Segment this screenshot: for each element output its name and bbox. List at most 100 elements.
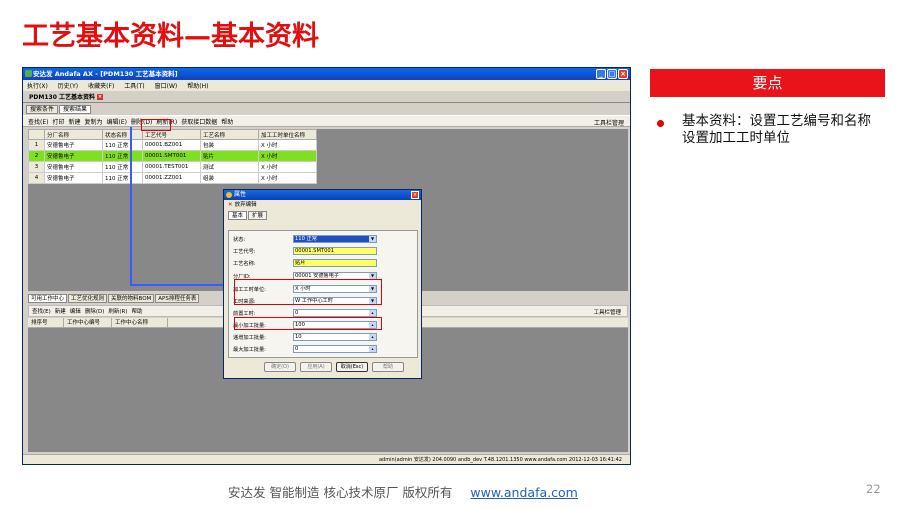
dialog-help-button[interactable]: 帮助 [372,362,404,372]
table-cell: 110 正常 [102,139,143,151]
edit-button-highlight [141,119,171,131]
increment-batch-stepper[interactable]: 10 ▴ [293,333,377,341]
tab-extended[interactable]: 扩展 [248,211,268,220]
footer-text: 安达发 智能制造 核心技术原厂 版权所有 [228,485,453,500]
field-label: 最大加工批量: [233,346,266,353]
column-header[interactable]: 分厂名称 [44,129,103,140]
footer-link[interactable]: www.andafa.com [470,485,577,500]
lead-time-stepper[interactable]: 0 ▴ [293,309,377,317]
field-value: 0 [295,310,299,316]
cancel-edit-button[interactable]: 放弃编辑 [235,200,257,210]
keypoints-header: 要点 [650,69,885,97]
tab-search-results[interactable]: 搜索结果 [59,105,92,114]
column-header[interactable]: 工作中心名称 [112,318,168,327]
cancel-edit-icon[interactable]: ✕ [228,200,233,210]
increment-batch-field: 递增加工批量: 10 ▴ [233,333,377,341]
apply-button[interactable]: 应用(A) [300,362,332,372]
tab-search-criteria[interactable]: 搜索条件 [26,105,59,114]
status-field: 状态: 110 正常 ▼ [233,235,377,243]
cancel-button[interactable]: 取消(Esc) [336,362,368,372]
row-number: 1 [28,139,45,151]
field-label: 前置工时: [233,310,256,317]
table-cell: 00001.ZZ001 [142,172,201,184]
column-header[interactable]: 工作中心编号 [64,318,112,327]
table-row[interactable]: 3 安德鲁电子 110 正常 00001.TEST001 测试 X 小时 [28,161,317,173]
table-cell: 组装 [200,172,259,184]
tab-available-work-centers[interactable]: 可用工作中心 [28,294,68,303]
table-cell: 贴片 [200,150,259,162]
results-grid: 分厂名称 状态名称 工艺代号 工艺名称 加工工时单位名称 1 安德鲁电子 110… [28,129,317,184]
column-header[interactable]: 状态名称 [102,129,143,140]
maximize-icon[interactable]: □ [607,69,617,79]
menu-execute[interactable]: 执行(X) [27,81,48,90]
chevron-down-icon[interactable]: ▼ [369,236,376,242]
find-button[interactable]: 查找(E) [28,117,48,126]
menu-tools[interactable]: 工具(T) [124,81,144,90]
table-cell: 00001.SMT001 [142,150,201,162]
field-value: 10 [295,334,302,340]
field-label: 状态: [233,236,246,243]
close-tab-icon[interactable]: × [96,93,103,100]
close-icon[interactable]: × [618,69,628,79]
table-row[interactable]: 1 安德鲁电子 110 正常 00001.BZ001 包装 X 小时 [28,139,317,151]
dialog-title: 属性 [234,191,247,198]
table-row-selected[interactable]: 2 安德鲁电子 110 正常 00001.SMT001 贴片 X 小时 [28,150,317,162]
detail-delete-button[interactable]: 删除(D) [85,307,105,315]
table-cell: 00001.BZ001 [142,139,201,151]
toolbar-manage-button[interactable]: 工具栏管理 [594,118,624,127]
table-cell: X 小时 [258,150,317,162]
process-name-field: 工艺名称: 贴片 [233,259,377,267]
ok-button[interactable]: 确定(O) [264,362,296,372]
minimize-icon[interactable]: _ [596,69,606,79]
fetch-interface-data-button[interactable]: 获取接口数据 [181,117,217,126]
detail-help-button[interactable]: 帮助 [131,307,142,315]
row-number: 2 [28,150,45,162]
dialog-toolbar: ✕ 放弃编辑 [224,200,421,210]
copy-as-button[interactable]: 复制为 [85,117,103,126]
bullet-icon [657,120,664,127]
keypoints-text: 基本资料：设置工艺编号和名称设置加工工时单位 [682,113,871,146]
field-label: 工艺代号: [233,248,256,255]
max-batch-stepper[interactable]: 0 ▴ [293,345,377,353]
detail-find-button[interactable]: 查找(E) [32,307,51,315]
stepper-icon[interactable]: ▴ [369,310,376,316]
detail-new-button[interactable]: 新建 [55,307,66,315]
document-tab[interactable]: PDM130 工艺基本资料 × [26,91,106,102]
edit-button[interactable]: 编辑(E) [107,117,127,126]
tab-aps-tasks[interactable]: APS排程任务表 [155,294,200,303]
column-header[interactable]: 排序号 [28,318,64,327]
dialog-form-panel: 状态: 110 正常 ▼ 工艺代号: 00001.SMT001 工艺名称: 贴片 … [228,230,418,358]
column-header[interactable]: 加工工时单位名称 [258,129,317,140]
print-button[interactable]: 打印 [52,117,64,126]
tab-optimization-rules[interactable]: 工艺优化规则 [68,294,108,303]
help-button[interactable]: 帮助 [221,117,233,126]
process-code-input[interactable]: 00001.SMT001 [293,247,377,255]
table-cell: X 小时 [258,172,317,184]
menu-window[interactable]: 窗口(W) [155,81,178,90]
table-cell: 110 正常 [102,150,143,162]
table-cell: X 小时 [258,161,317,173]
detail-toolbar-manage-button[interactable]: 工具栏管理 [593,308,621,316]
dialog-buttons: 确定(O) 应用(A) 取消(Esc) 帮助 [264,362,404,372]
slide-title: 工艺基本资料—基本资料 [22,21,319,52]
status-select[interactable]: 110 正常 ▼ [293,235,377,243]
column-header[interactable]: 工艺代号 [142,129,201,140]
table-row[interactable]: 4 安德鲁电子 110 正常 00001.ZZ001 组装 X 小时 [28,172,317,184]
detail-refresh-button[interactable]: 刷新(R) [108,307,127,315]
dialog-close-icon[interactable]: × [411,191,419,199]
process-name-input[interactable]: 贴片 [293,259,377,267]
dialog-titlebar: 属性 × [224,190,421,200]
menu-history[interactable]: 历史(Y) [58,81,78,90]
tab-basic[interactable]: 基本 [228,211,248,220]
menu-help[interactable]: 帮助(H) [187,81,208,90]
new-button[interactable]: 新建 [69,117,81,126]
window-title: 安达发 Andafa AX - [PDM130 工艺基本资料] [33,70,178,78]
column-header[interactable]: 工艺名称 [200,129,259,140]
menu-favorites[interactable]: 收藏夹(F) [88,81,114,90]
detail-edit-button[interactable]: 编辑 [70,307,81,315]
stepper-icon[interactable]: ▴ [369,346,376,352]
stepper-icon[interactable]: ▴ [369,334,376,340]
tab-related-bom[interactable]: 关联的物料BOM [108,294,155,303]
document-tabbar: PDM130 工艺基本资料 × [23,91,630,103]
table-cell: X 小时 [258,139,317,151]
